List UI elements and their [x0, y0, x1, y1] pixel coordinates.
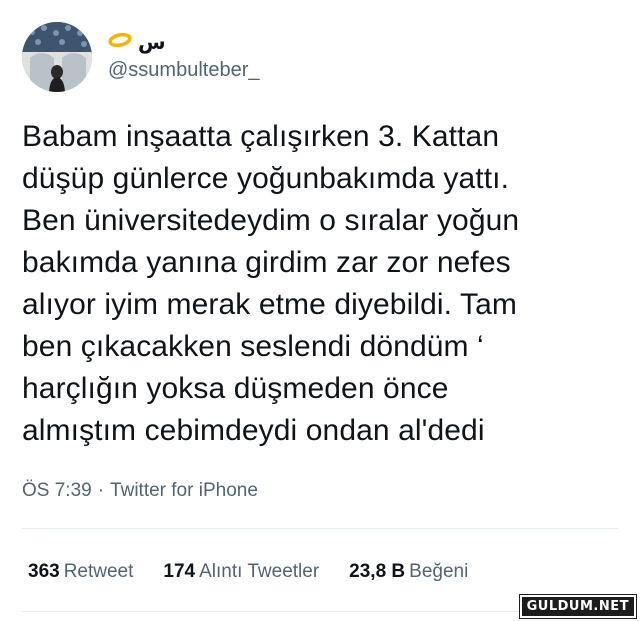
user-handle[interactable]: @ssumbulteber_: [108, 59, 259, 82]
tweet-source[interactable]: Twitter for iPhone: [110, 480, 258, 501]
watermark: GULDUM.NET: [518, 594, 638, 619]
tweet-meta: ÖS 7:39 · Twitter for iPhone: [22, 480, 258, 502]
quotes-stat[interactable]: 174 Alıntı Tweetler: [163, 561, 319, 583]
likes-stat[interactable]: 23,8 B Beğeni: [349, 561, 468, 583]
likes-label: Beğeni: [409, 561, 469, 582]
likes-count: 23,8 B: [349, 561, 406, 582]
tweet-screenshot: { "author": { "display_name": "س", "hand…: [0, 0, 640, 621]
author-names: س @ssumbulteber_: [108, 32, 259, 82]
meta-separator: ·: [97, 480, 105, 501]
avatar-image: [22, 22, 92, 92]
retweets-count: 363: [28, 561, 60, 582]
halo-icon: [108, 31, 132, 54]
display-name-row[interactable]: س: [108, 29, 259, 57]
tweet-header: س @ssumbulteber_: [22, 22, 259, 92]
avatar[interactable]: [22, 22, 92, 92]
tweet-stats: 363 Retweet 174 Alıntı Tweetler 23,8 B Beğe…: [28, 561, 498, 583]
retweets-label: Retweet: [63, 561, 134, 582]
quotes-count: 174: [163, 561, 196, 582]
display-name: س: [138, 32, 166, 54]
retweets-stat[interactable]: 363 Retweet: [28, 561, 133, 583]
tweet-time[interactable]: ÖS 7:39: [22, 480, 92, 501]
tweet-text: Babam inşaatta çalışırken 3. Kattan düşü…: [22, 120, 520, 447]
quotes-label: Alıntı Tweetler: [199, 561, 320, 582]
divider: [22, 528, 618, 529]
